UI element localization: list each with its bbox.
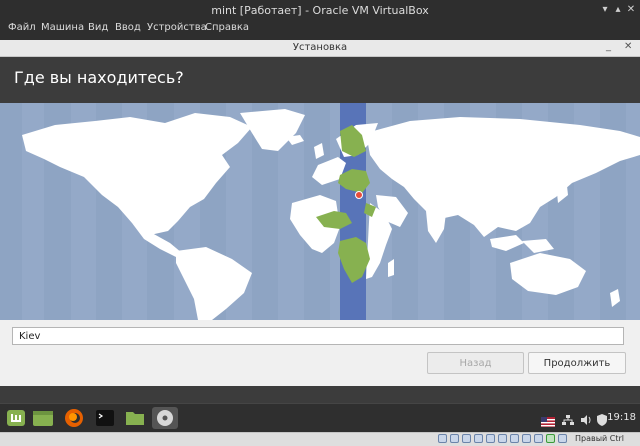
guest-taskbar: 19:18 xyxy=(0,403,640,433)
minimize-icon[interactable]: ▾ xyxy=(598,3,612,17)
page-title: Где вы находитесь? xyxy=(14,68,184,87)
vbox-menubar: Файл Машина Вид Ввод Устройства Справка xyxy=(0,20,640,40)
vbox-statusbar: Правый Ctrl xyxy=(0,432,640,446)
menu-help[interactable]: Справка xyxy=(205,22,249,33)
cpu-icon[interactable] xyxy=(534,434,543,443)
installer-titlebar: Установка _ ✕ xyxy=(0,40,640,57)
location-pin-icon xyxy=(355,191,363,199)
guest-display: Установка _ ✕ Где вы находитесь? Kiev На… xyxy=(0,40,640,443)
city-input[interactable] xyxy=(12,327,624,345)
host-key-label: Правый Ctrl xyxy=(575,434,625,443)
audio-icon[interactable] xyxy=(462,434,471,443)
mouse-integration-icon[interactable] xyxy=(558,434,567,443)
menu-input[interactable]: Ввод xyxy=(115,22,141,33)
world-map-graphic xyxy=(0,103,640,320)
firefox-icon[interactable] xyxy=(63,407,85,429)
location-form: Назад Продолжить xyxy=(0,320,640,386)
video-capture-icon[interactable] xyxy=(522,434,531,443)
timezone-map[interactable] xyxy=(0,103,640,320)
show-desktop-icon[interactable] xyxy=(32,407,54,429)
close-icon[interactable]: ✕ xyxy=(624,3,638,17)
mint-menu-icon[interactable] xyxy=(5,407,27,429)
menu-machine[interactable]: Машина xyxy=(41,22,84,33)
optical-drive-icon[interactable] xyxy=(450,434,459,443)
menu-devices[interactable]: Устройства xyxy=(147,22,207,33)
window-title: mint [Работает] - Oracle VM VirtualBox xyxy=(211,4,429,17)
installer-title: Установка xyxy=(292,42,348,53)
installer-minimize-icon[interactable]: _ xyxy=(606,41,611,52)
display-icon[interactable] xyxy=(510,434,519,443)
continue-button[interactable]: Продолжить xyxy=(528,352,626,374)
clock[interactable]: 19:18 xyxy=(607,412,636,423)
page-header: Где вы находитесь? xyxy=(0,57,640,103)
installer-close-icon[interactable]: ✕ xyxy=(624,41,632,52)
network-adapter-icon[interactable] xyxy=(474,434,483,443)
maximize-icon[interactable]: ▴ xyxy=(611,3,625,17)
hard-disk-icon[interactable] xyxy=(438,434,447,443)
network-icon[interactable] xyxy=(562,411,574,425)
keyboard-layout-flag-icon[interactable] xyxy=(541,412,555,427)
usb-icon[interactable] xyxy=(486,434,495,443)
back-button[interactable]: Назад xyxy=(427,352,524,374)
files-icon[interactable] xyxy=(124,407,146,429)
menu-view[interactable]: Вид xyxy=(88,22,108,33)
shield-icon[interactable] xyxy=(597,411,607,426)
vt-x-icon[interactable] xyxy=(546,434,555,443)
terminal-icon[interactable] xyxy=(94,407,116,429)
vbox-titlebar: mint [Работает] - Oracle VM VirtualBox ▾… xyxy=(0,0,640,20)
volume-icon[interactable] xyxy=(580,411,592,425)
menu-file[interactable]: Файл xyxy=(8,22,36,33)
shared-folders-icon[interactable] xyxy=(498,434,507,443)
disc-icon[interactable] xyxy=(152,407,178,429)
